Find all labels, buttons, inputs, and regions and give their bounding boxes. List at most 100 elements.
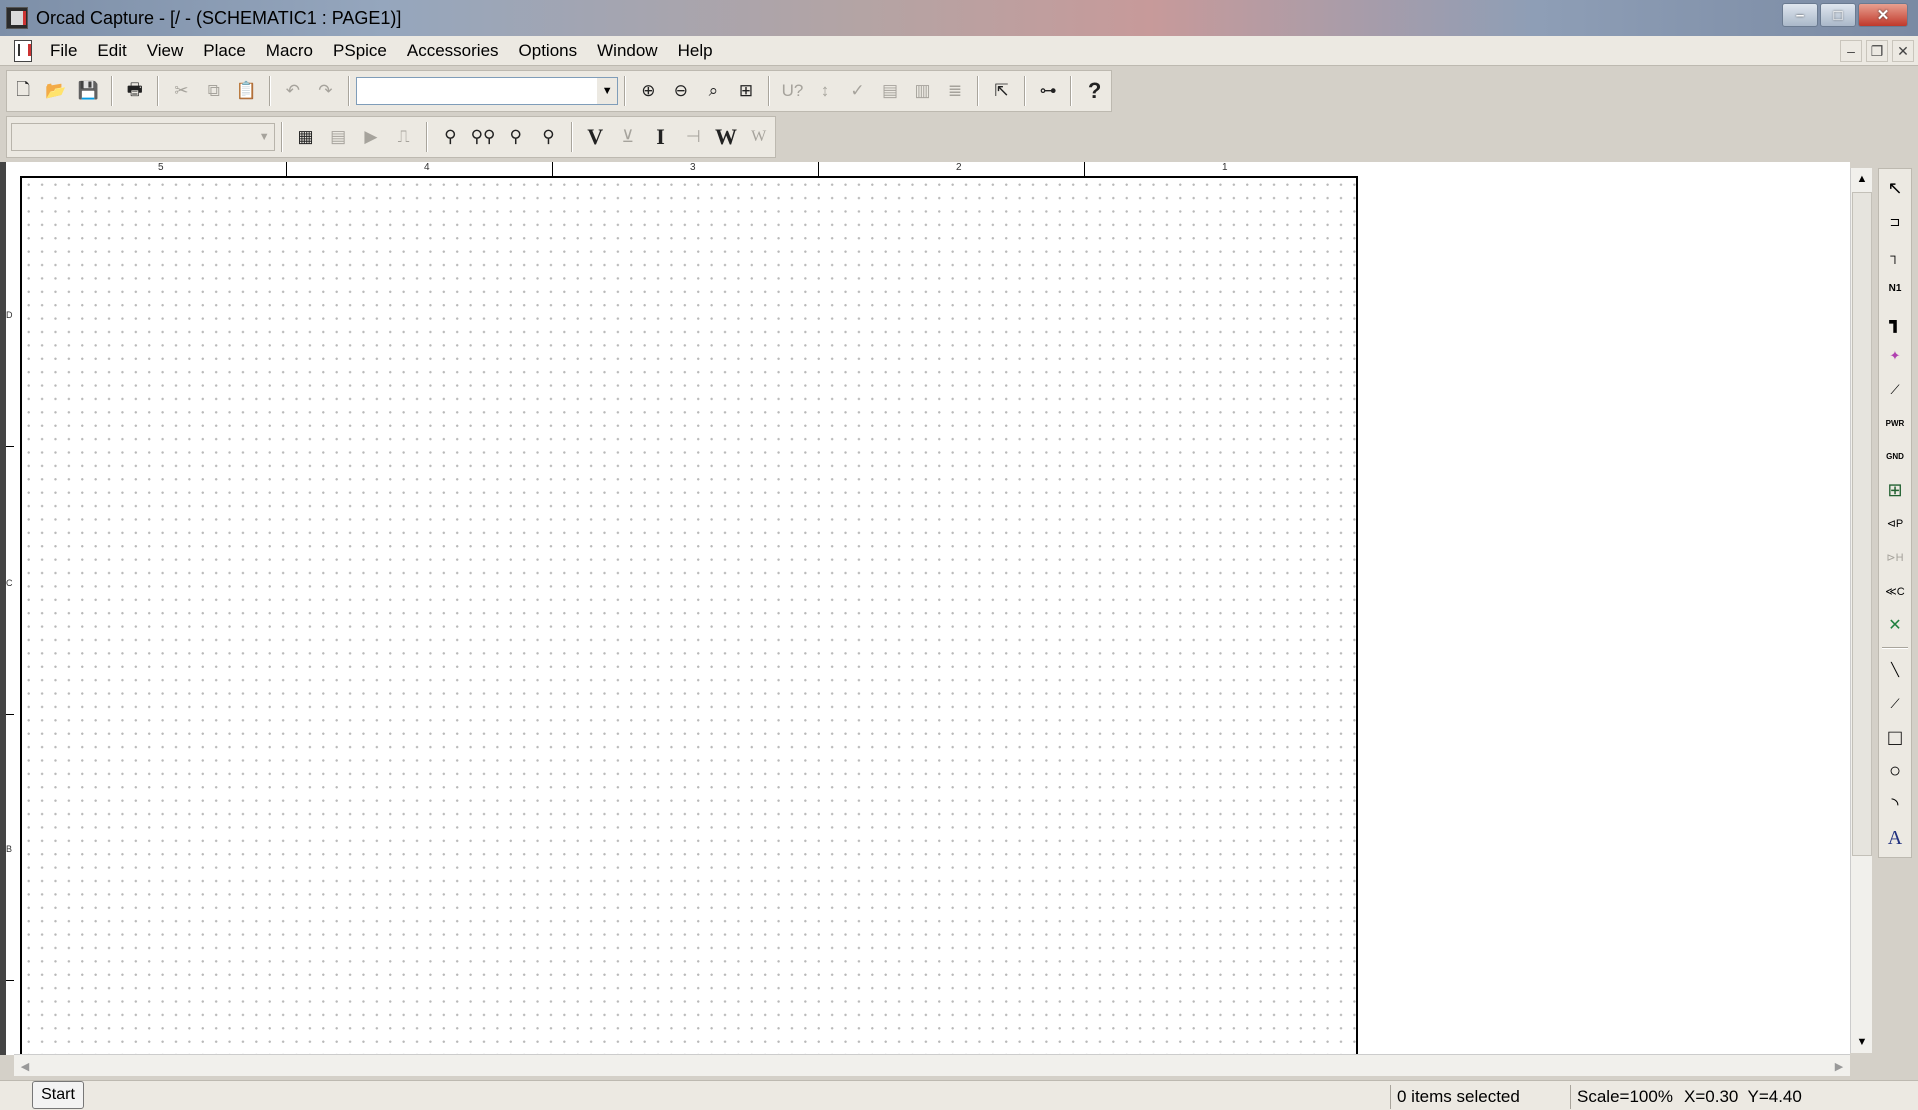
menu-edit[interactable]: Edit — [87, 36, 136, 66]
separator — [1023, 76, 1026, 106]
menu-bar: File Edit View Place Macro PSpice Access… — [0, 36, 1918, 66]
ruler-tick — [1084, 162, 1085, 176]
drc-icon[interactable]: ✓ — [843, 75, 872, 107]
zoom-out-icon[interactable]: ⊖ — [667, 75, 696, 107]
vertical-scrollbar[interactable]: ▲ ▼ — [1850, 168, 1872, 1053]
menu-options[interactable]: Options — [509, 36, 588, 66]
place-rectangle-icon[interactable]: □ — [1881, 723, 1909, 753]
ruler-label: 3 — [690, 162, 696, 173]
place-part-icon[interactable]: ⊐ — [1881, 207, 1909, 237]
place-hierarchical-pin-icon[interactable]: ⊳H — [1881, 543, 1909, 573]
menu-window[interactable]: Window — [587, 36, 667, 66]
bias-voltage-pin-icon[interactable]: ⊻ — [613, 121, 642, 153]
place-line-icon[interactable]: ╲ — [1881, 655, 1909, 685]
scroll-up-icon[interactable]: ▲ — [1851, 168, 1873, 190]
separator — [1070, 76, 1073, 106]
orcad-app-icon[interactable] — [6, 7, 28, 29]
start-button[interactable]: Start — [32, 1081, 84, 1109]
place-text-icon[interactable]: A — [1881, 823, 1909, 853]
power-marker-icon[interactable]: ⚲ — [534, 121, 563, 153]
copy-icon[interactable]: ⧉ — [200, 75, 229, 107]
scroll-down-icon[interactable]: ▼ — [1851, 1031, 1873, 1053]
scroll-left-icon[interactable]: ◀ — [14, 1055, 36, 1077]
back-annotate-icon[interactable]: ↕ — [811, 75, 840, 107]
chevron-down-icon[interactable]: ▼ — [597, 78, 618, 104]
zoom-area-icon[interactable]: ⌕ — [699, 75, 728, 107]
undo-icon[interactable]: ↶ — [279, 75, 308, 107]
place-ellipse-icon[interactable]: ○ — [1881, 756, 1909, 786]
doc-minimize-button[interactable]: – — [1840, 40, 1862, 62]
voltage-differential-marker-icon[interactable]: ⚲⚲ — [469, 121, 498, 153]
bias-current-icon[interactable]: I — [646, 121, 675, 153]
voltage-marker-icon[interactable]: ⚲ — [436, 121, 465, 153]
bias-power-icon[interactable]: W — [712, 121, 741, 153]
open-icon[interactable]: 📂 — [42, 75, 71, 107]
place-junction-icon[interactable]: ✦ — [1881, 341, 1909, 371]
document-icon[interactable] — [14, 39, 32, 62]
project-manager-icon[interactable]: ⊶ — [1034, 75, 1063, 107]
menu-help[interactable]: Help — [668, 36, 723, 66]
menu-accessories[interactable]: Accessories — [397, 36, 509, 66]
scroll-right-icon[interactable]: ▶ — [1828, 1055, 1850, 1077]
bias-power-pin-icon[interactable]: W — [744, 121, 773, 153]
redo-icon[interactable]: ↷ — [311, 75, 340, 107]
menu-file[interactable]: File — [40, 36, 87, 66]
place-bus-icon[interactable]: ┓ — [1881, 307, 1909, 337]
place-ground-icon[interactable]: GND — [1881, 442, 1909, 472]
ruler-tick — [818, 162, 819, 176]
separator — [281, 122, 284, 152]
menu-view[interactable]: View — [137, 36, 194, 66]
run-icon[interactable]: ▶ — [357, 121, 386, 153]
separator — [110, 76, 113, 106]
edit-simulation-profile-icon[interactable]: ▤ — [324, 121, 353, 153]
place-hierarchical-port-icon[interactable]: ⊲P — [1881, 509, 1909, 539]
part-search-combo[interactable]: ▼ — [355, 77, 619, 105]
doc-close-button[interactable]: ✕ — [1892, 40, 1914, 62]
place-arc-icon[interactable]: ◝ — [1881, 790, 1909, 820]
minimize-button[interactable]: – — [1782, 3, 1818, 27]
status-bar: Start 0 items selected Scale=100% X=0.30… — [0, 1080, 1918, 1110]
new-icon[interactable]: 🗋 — [9, 75, 38, 107]
maximize-button[interactable]: □ — [1820, 3, 1856, 27]
doc-restore-button[interactable]: ❐ — [1866, 40, 1888, 62]
scale-status: Scale=100% — [1570, 1085, 1673, 1109]
snap-grid-icon[interactable]: ⇱ — [987, 75, 1016, 107]
bias-voltage-icon[interactable]: V — [581, 121, 610, 153]
title-bar: Orcad Capture - [/ - (SCHEMATIC1 : PAGE1… — [0, 0, 1918, 36]
help-icon[interactable]: ? — [1080, 75, 1109, 107]
window-controls: – □ ✕ — [1782, 3, 1908, 27]
pspice-toolbar: ▼ ▦ ▤ ▶ ⎍ ⚲ ⚲⚲ ⚲ ⚲ V ⊻ I ⊣ W W — [6, 116, 776, 158]
zoom-in-icon[interactable]: ⊕ — [634, 75, 663, 107]
place-off-page-connector-icon[interactable]: ≪C — [1881, 576, 1909, 606]
save-icon[interactable]: 💾 — [74, 75, 103, 107]
bom-icon[interactable]: ≣ — [941, 75, 970, 107]
place-hierarchical-block-icon[interactable]: ⊞ — [1881, 475, 1909, 505]
bias-current-pin-icon[interactable]: ⊣ — [679, 121, 708, 153]
cut-icon[interactable]: ✂ — [167, 75, 196, 107]
place-bus-entry-icon[interactable]: ⟋ — [1881, 375, 1909, 405]
chevron-down-icon[interactable]: ▼ — [254, 124, 275, 150]
annotate-icon[interactable]: U? — [778, 75, 807, 107]
menu-place[interactable]: Place — [193, 36, 256, 66]
place-wire-icon[interactable]: ┐ — [1881, 240, 1909, 270]
simulation-profile-combo[interactable]: ▼ — [11, 123, 276, 151]
current-marker-icon[interactable]: ⚲ — [501, 121, 530, 153]
place-no-connect-icon[interactable]: ✕ — [1881, 610, 1909, 640]
paste-icon[interactable]: 📋 — [232, 75, 261, 107]
cross-ref-icon[interactable]: ▥ — [908, 75, 937, 107]
vertical-scroll-thumb[interactable] — [1852, 192, 1872, 856]
place-polyline-icon[interactable]: ⟋ — [1881, 689, 1909, 719]
view-results-icon[interactable]: ⎍ — [389, 121, 418, 153]
schematic-page-canvas[interactable] — [20, 176, 1358, 1055]
place-power-icon[interactable]: PWR — [1881, 408, 1909, 438]
menu-macro[interactable]: Macro — [256, 36, 323, 66]
new-simulation-profile-icon[interactable]: ▦ — [291, 121, 320, 153]
print-icon[interactable]: 🖶 — [121, 75, 150, 107]
select-icon[interactable]: ↖ — [1881, 173, 1909, 203]
zoom-all-icon[interactable]: ⊞ — [732, 75, 761, 107]
close-button[interactable]: ✕ — [1858, 3, 1908, 27]
horizontal-scrollbar[interactable]: ◀ ▶ — [14, 1054, 1850, 1076]
netlist-icon[interactable]: ▤ — [876, 75, 905, 107]
menu-pspice[interactable]: PSpice — [323, 36, 397, 66]
place-net-alias-icon[interactable]: N1 — [1881, 274, 1909, 304]
